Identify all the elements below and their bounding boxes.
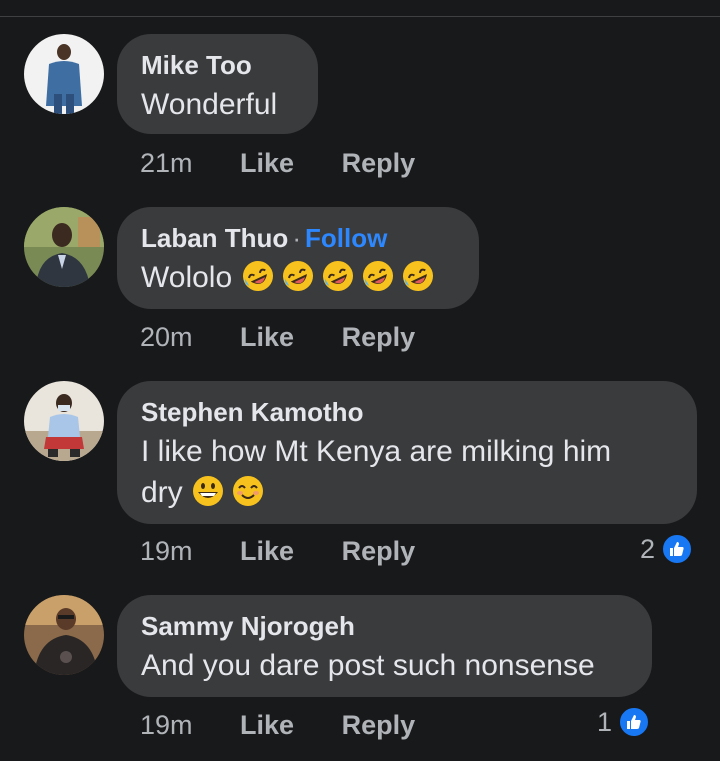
comment-actions: 21m Like Reply <box>140 148 415 179</box>
follow-button[interactable]: Follow <box>305 223 387 253</box>
smiling-face-with-smiling-eyes-icon <box>233 476 264 506</box>
avatar[interactable] <box>24 381 104 461</box>
comment-bubble: Sammy Njorogeh And you dare post such no… <box>117 595 652 697</box>
rolling-on-floor-laughing-icon <box>282 261 313 291</box>
emoji-group <box>241 261 441 294</box>
timestamp[interactable]: 20m <box>140 322 193 353</box>
comment-text-line: I like how Mt Kenya are milking him <box>141 435 612 468</box>
comment-text: I like how Mt Kenya are milking him dry <box>141 431 673 513</box>
timestamp[interactable]: 19m <box>140 536 193 567</box>
author-name[interactable]: Laban Thuo <box>141 223 288 253</box>
comment-text: Wonderful <box>141 88 278 121</box>
thumbs-up-icon <box>661 533 694 565</box>
timestamp[interactable]: 21m <box>140 148 193 179</box>
reply-button[interactable]: Reply <box>342 322 416 353</box>
profile-photo-icon <box>24 207 104 287</box>
reaction-count: 1 <box>597 706 613 737</box>
reply-button[interactable]: Reply <box>342 710 416 741</box>
reaction-summary[interactable]: 2 <box>640 533 694 565</box>
profile-photo-icon <box>24 381 104 461</box>
comment-bubble: Stephen Kamotho I like how Mt Kenya are … <box>117 381 697 524</box>
comment-bubble: Laban Thuo · Follow Wololo <box>117 207 479 309</box>
comment-text: And you dare post such nonsense <box>141 649 595 682</box>
rolling-on-floor-laughing-icon <box>362 261 393 291</box>
comment-actions: 20m Like Reply <box>140 322 415 353</box>
like-button[interactable]: Like <box>240 148 294 179</box>
rolling-on-floor-laughing-icon <box>402 261 433 291</box>
rolling-on-floor-laughing-icon <box>242 261 273 291</box>
thumbs-up-icon <box>618 706 651 738</box>
like-button[interactable]: Like <box>240 322 294 353</box>
comment-actions: 19m Like Reply <box>140 710 415 741</box>
avatar[interactable] <box>24 34 104 114</box>
comment-actions: 19m Like Reply <box>140 536 415 567</box>
reply-button[interactable]: Reply <box>342 536 416 567</box>
comment-text-content: dry <box>141 476 183 509</box>
reaction-count: 2 <box>640 533 656 564</box>
profile-photo-icon <box>24 34 104 114</box>
comment-bubble: Mike Too Wonderful <box>117 34 318 134</box>
reaction-summary[interactable]: 1 <box>597 706 651 738</box>
grinning-face-icon <box>193 476 224 506</box>
timestamp[interactable]: 19m <box>140 710 193 741</box>
author-name[interactable]: Sammy Njorogeh <box>141 611 355 641</box>
comment-text: Wololo <box>141 257 455 298</box>
rolling-on-floor-laughing-icon <box>322 261 353 291</box>
profile-photo-icon <box>24 595 104 675</box>
comment-text-content: Wololo <box>141 261 233 294</box>
author-name[interactable]: Stephen Kamotho <box>141 397 363 427</box>
avatar[interactable] <box>24 207 104 287</box>
separator-dot: · <box>292 223 301 253</box>
like-button[interactable]: Like <box>240 536 294 567</box>
avatar[interactable] <box>24 595 104 675</box>
like-button[interactable]: Like <box>240 710 294 741</box>
reply-button[interactable]: Reply <box>342 148 416 179</box>
comment-text-line-2: dry <box>141 472 673 513</box>
top-divider <box>0 16 720 17</box>
author-name[interactable]: Mike Too <box>141 50 252 80</box>
